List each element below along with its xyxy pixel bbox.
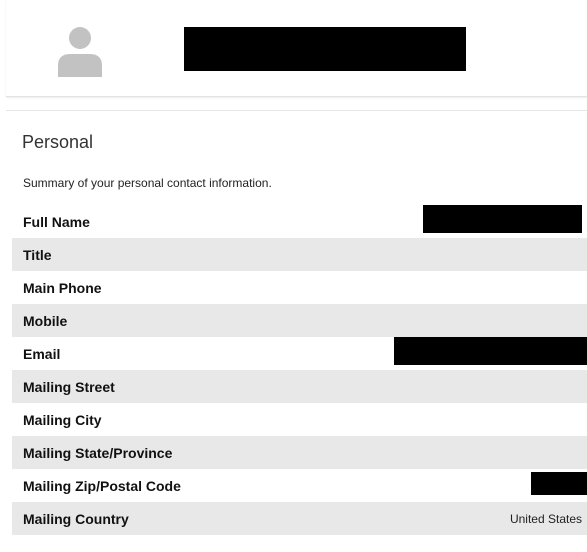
field-row-title: Title [12,238,587,271]
field-label-full-name: Full Name [23,214,90,230]
redacted-email [394,337,587,365]
field-row-mailing-zip: Mailing Zip/Postal Code [12,469,587,502]
field-row-mailing-state: Mailing State/Province [12,436,587,469]
field-label-mailing-state: Mailing State/Province [23,445,173,461]
profile-header-card [6,0,587,97]
field-label-mailing-country: Mailing Country [23,511,129,527]
field-label-mailing-zip: Mailing Zip/Postal Code [23,478,181,494]
redacted-full-name [423,205,582,233]
field-label-main-phone: Main Phone [23,280,102,296]
field-row-mailing-country: Mailing Country United States [12,502,587,535]
field-label-email: Email [23,346,61,362]
personal-fields-list: Full Name Title Main Phone Mobile Email [12,205,587,535]
field-value-mailing-country: United States [509,512,582,526]
field-label-mobile: Mobile [23,313,68,329]
contact-profile-page: Personal Summary of your personal contac… [0,0,587,552]
field-row-mailing-city: Mailing City [12,403,587,436]
personal-section: Personal Summary of your personal contac… [6,110,587,552]
section-description: Summary of your personal contact informa… [23,176,272,190]
field-row-full-name: Full Name [12,205,587,238]
field-row-main-phone: Main Phone [12,271,587,304]
field-row-mobile: Mobile [12,304,587,337]
field-label-mailing-city: Mailing City [23,412,102,428]
section-title: Personal [22,132,94,152]
redacted-contact-name [184,27,466,71]
user-avatar-icon [56,25,104,77]
field-label-title: Title [23,247,52,263]
field-row-email: Email [12,337,587,370]
redacted-zip [531,472,587,495]
field-label-mailing-street: Mailing Street [23,379,115,395]
field-row-mailing-street: Mailing Street [12,370,587,403]
